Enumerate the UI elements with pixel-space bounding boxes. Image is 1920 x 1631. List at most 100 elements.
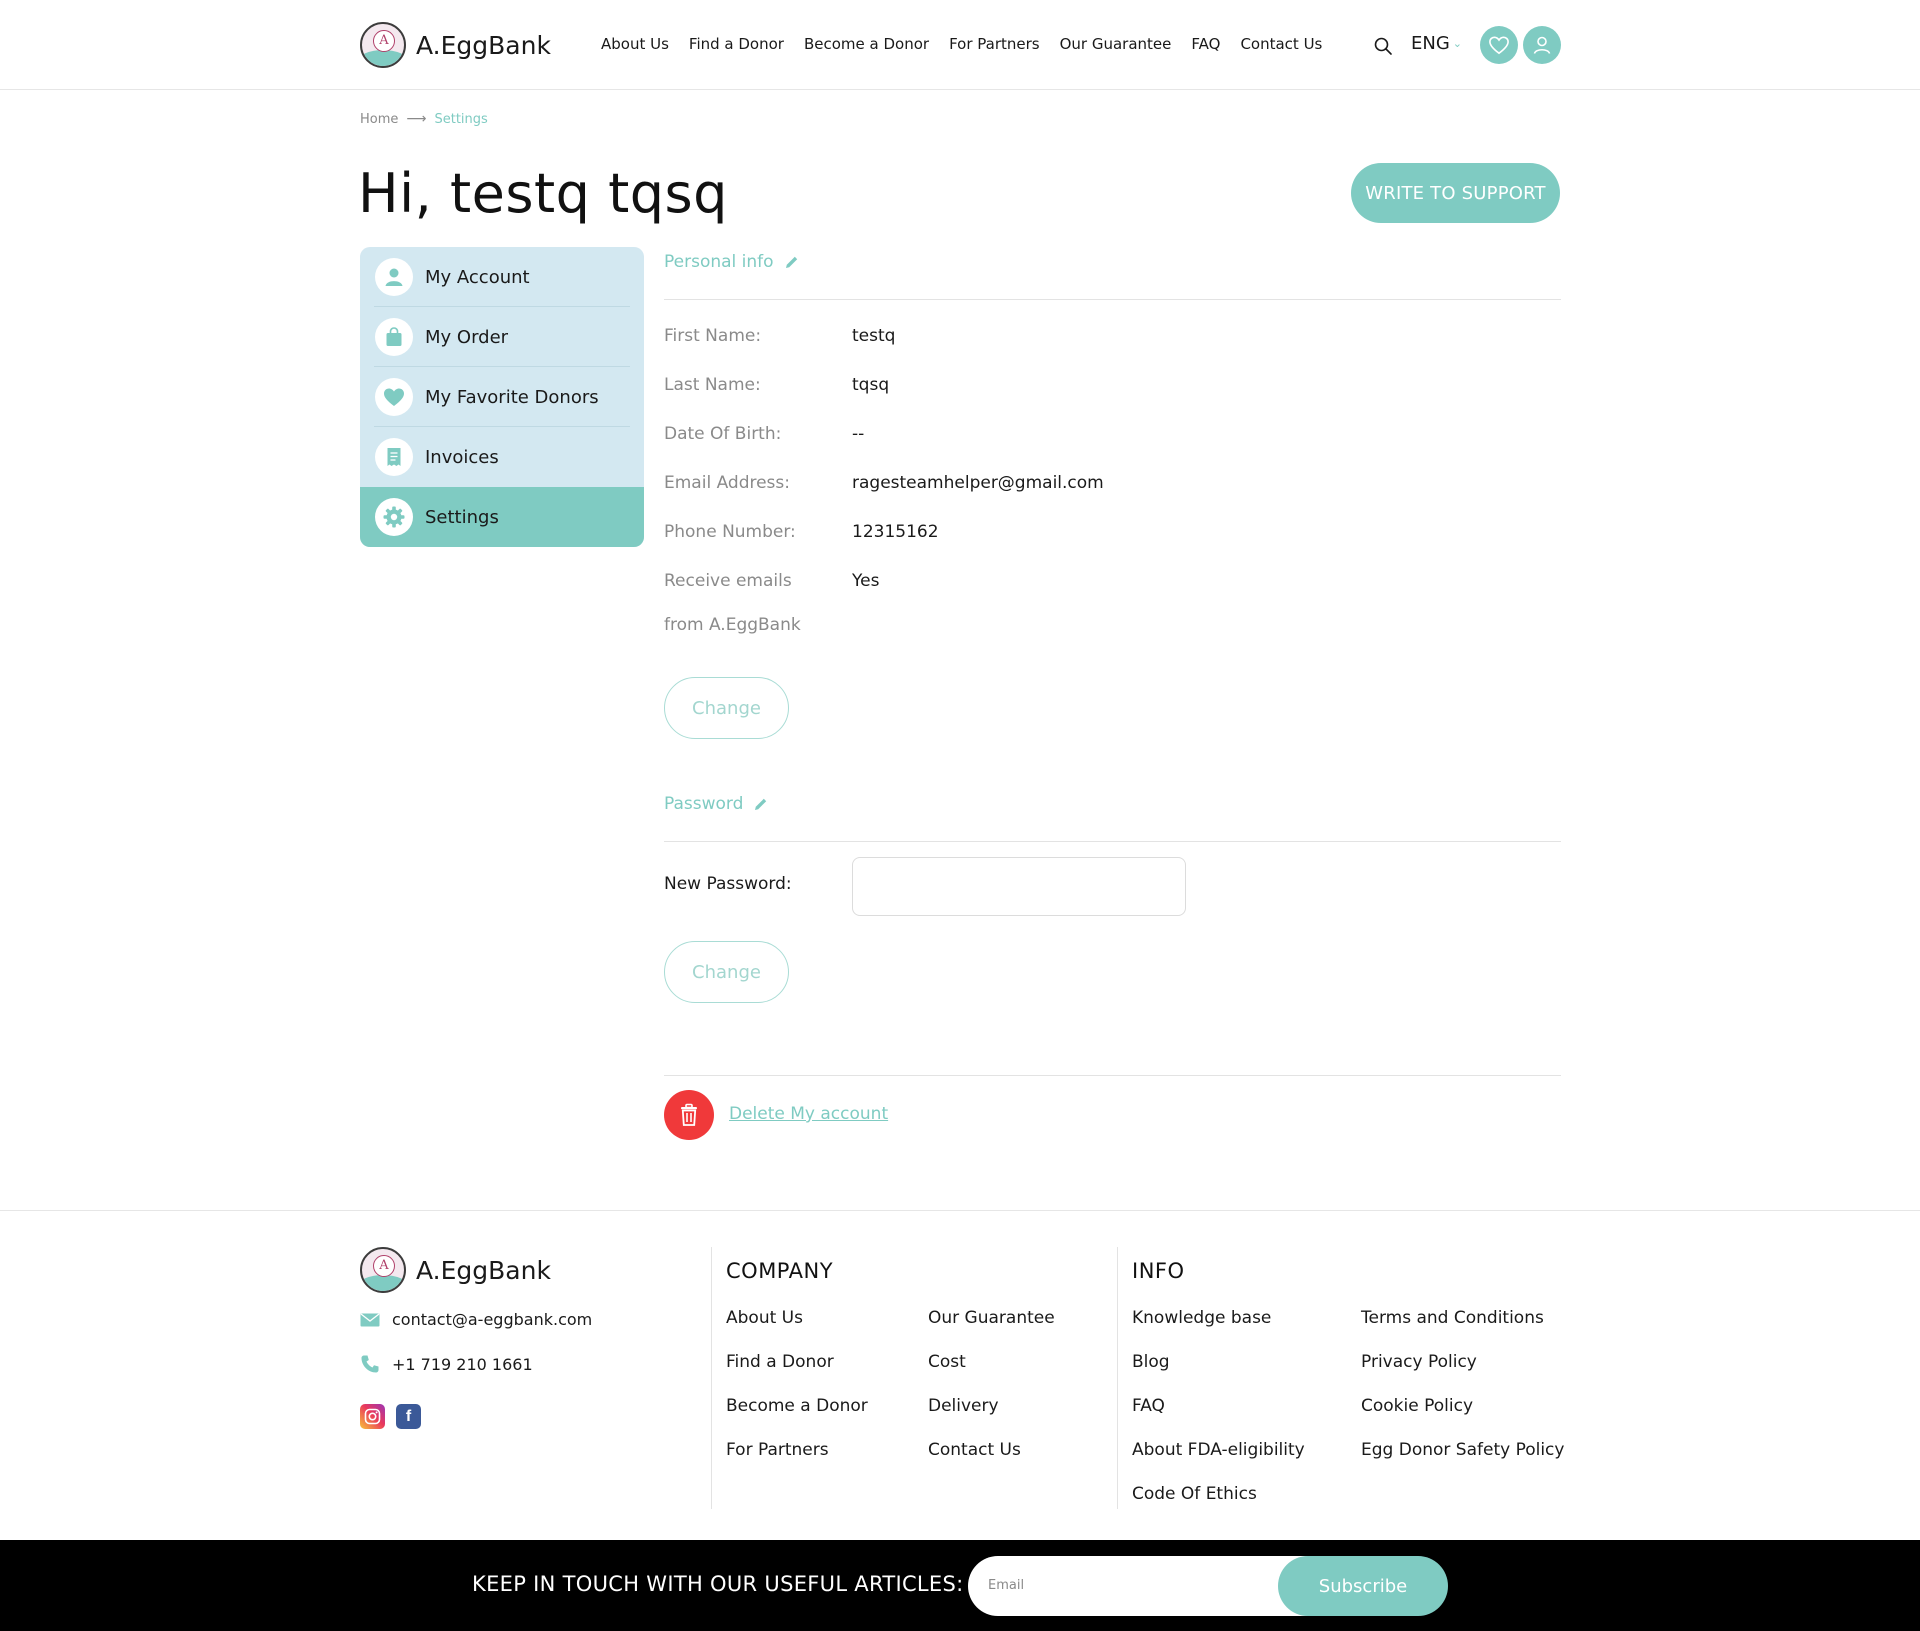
sidebar-item-favorite-donors[interactable]: My Favorite Donors xyxy=(360,367,644,427)
footer-link-faq[interactable]: FAQ xyxy=(1132,1396,1165,1416)
delete-account-link[interactable]: Delete My account xyxy=(729,1104,888,1124)
favorites-button[interactable] xyxy=(1480,26,1518,64)
sidebar-item-my-order[interactable]: My Order xyxy=(360,307,644,367)
footer-divider xyxy=(1117,1247,1118,1509)
site-footer: A A.EggBank contact@a-eggbank.com +1 719… xyxy=(0,1210,1920,1540)
divider xyxy=(664,841,1561,842)
phone-number-value: 12315162 xyxy=(852,522,939,542)
footer-link-contact-us[interactable]: Contact Us xyxy=(928,1440,1021,1460)
footer-link-privacy[interactable]: Privacy Policy xyxy=(1361,1352,1477,1372)
page-title: Hi, testq tqsq xyxy=(358,162,728,225)
brand-name: A.EggBank xyxy=(416,30,551,60)
change-personal-info-button[interactable]: Change xyxy=(664,677,789,739)
divider xyxy=(664,299,1561,300)
footer-link-for-partners[interactable]: For Partners xyxy=(726,1440,829,1460)
nav-find-donor[interactable]: Find a Donor xyxy=(689,35,784,53)
footer-link-blog[interactable]: Blog xyxy=(1132,1352,1170,1372)
breadcrumb-home[interactable]: Home xyxy=(360,112,398,127)
receipt-icon xyxy=(375,438,413,476)
nav-faq[interactable]: FAQ xyxy=(1191,35,1220,53)
last-name-value: tqsq xyxy=(852,375,890,395)
footer-link-become-donor[interactable]: Become a Donor xyxy=(726,1396,868,1416)
sidebar-item-label: Invoices xyxy=(425,446,499,468)
facebook-icon[interactable]: f xyxy=(396,1404,421,1429)
footer-link-cookie[interactable]: Cookie Policy xyxy=(1361,1396,1473,1416)
search-icon[interactable] xyxy=(1373,36,1393,56)
footer-link-delivery[interactable]: Delivery xyxy=(928,1396,999,1416)
instagram-icon[interactable] xyxy=(360,1404,385,1429)
sidebar-item-my-account[interactable]: My Account xyxy=(360,247,644,307)
main-nav: About Us Find a Donor Become a Donor For… xyxy=(601,35,1322,53)
email-address-value: ragesteamhelper@gmail.com xyxy=(852,473,1104,493)
chevron-down-icon: ⌄ xyxy=(1452,37,1463,50)
footer-brand-name: A.EggBank xyxy=(416,1255,551,1285)
footer-link-find-donor[interactable]: Find a Donor xyxy=(726,1352,834,1372)
footer-phone-text: +1 719 210 1661 xyxy=(392,1354,533,1374)
sidebar-item-label: Settings xyxy=(425,506,499,528)
date-of-birth-label: Date Of Birth: xyxy=(664,424,782,444)
receive-emails-label: Receive emails xyxy=(664,571,792,591)
change-password-button[interactable]: Change xyxy=(664,941,789,1003)
write-to-support-button[interactable]: WRITE TO SUPPORT xyxy=(1351,163,1560,223)
nav-contact-us[interactable]: Contact Us xyxy=(1240,35,1322,53)
newsletter-text: KEEP IN TOUCH WITH OUR USEFUL ARTICLES: xyxy=(472,1572,964,1596)
delete-account-button[interactable] xyxy=(664,1090,714,1140)
trash-icon xyxy=(681,1103,697,1126)
sidebar-item-invoices[interactable]: Invoices xyxy=(360,427,644,487)
user-icon xyxy=(375,258,413,296)
nav-become-donor[interactable]: Become a Donor xyxy=(804,35,929,53)
logo-mark-icon: A xyxy=(360,22,406,68)
first-name-label: First Name: xyxy=(664,326,762,346)
footer-link-safety-policy[interactable]: Egg Donor Safety Policy xyxy=(1361,1440,1564,1460)
password-title: Password xyxy=(664,794,744,814)
newsletter-email-input[interactable]: Email xyxy=(968,1556,1308,1616)
phone-icon xyxy=(361,1355,379,1373)
language-selector[interactable]: ENG ⌄ xyxy=(1411,33,1462,54)
logo-mark-icon: A xyxy=(360,1247,406,1293)
first-name-value: testq xyxy=(852,326,896,346)
language-label: ENG xyxy=(1411,33,1450,54)
password-heading: Password xyxy=(664,794,769,814)
nav-about-us[interactable]: About Us xyxy=(601,35,669,53)
footer-logo[interactable]: A A.EggBank xyxy=(360,1247,551,1293)
footer-link-terms[interactable]: Terms and Conditions xyxy=(1361,1308,1544,1328)
nav-our-guarantee[interactable]: Our Guarantee xyxy=(1060,35,1172,53)
sidebar-item-label: My Favorite Donors xyxy=(425,386,599,408)
footer-link-about-us[interactable]: About Us xyxy=(726,1308,803,1328)
heart-icon xyxy=(375,378,413,416)
new-password-input[interactable] xyxy=(852,857,1186,916)
sidebar-item-settings[interactable]: Settings xyxy=(360,487,644,547)
newsletter-bar: KEEP IN TOUCH WITH OUR USEFUL ARTICLES: … xyxy=(0,1540,1920,1631)
footer-link-fda-eligibility[interactable]: About FDA-eligibility xyxy=(1132,1440,1305,1460)
footer-email[interactable]: contact@a-eggbank.com xyxy=(360,1310,592,1329)
phone-number-label: Phone Number: xyxy=(664,522,796,542)
shopping-bag-icon xyxy=(375,318,413,356)
sidebar-item-label: My Account xyxy=(425,266,530,288)
footer-link-our-guarantee[interactable]: Our Guarantee xyxy=(928,1308,1055,1328)
subscribe-button[interactable]: Subscribe xyxy=(1278,1556,1448,1616)
email-address-label: Email Address: xyxy=(664,473,790,493)
pencil-icon[interactable] xyxy=(753,796,769,812)
profile-button[interactable] xyxy=(1523,26,1561,64)
footer-divider xyxy=(711,1247,712,1509)
date-of-birth-value: -- xyxy=(852,424,865,444)
nav-for-partners[interactable]: For Partners xyxy=(949,35,1040,53)
divider xyxy=(664,1075,1561,1076)
footer-email-text: contact@a-eggbank.com xyxy=(392,1310,593,1329)
user-icon xyxy=(1533,36,1551,54)
footer-link-cost[interactable]: Cost xyxy=(928,1352,966,1372)
brand-logo[interactable]: A A.EggBank xyxy=(360,22,551,68)
sidebar-item-label: My Order xyxy=(425,326,509,348)
receive-emails-value: Yes xyxy=(852,571,880,591)
breadcrumb-current: Settings xyxy=(434,111,488,127)
gear-icon xyxy=(375,498,413,536)
footer-link-code-of-ethics[interactable]: Code Of Ethics xyxy=(1132,1484,1257,1504)
heart-icon xyxy=(1489,36,1509,55)
account-sidebar: My Account My Order My Favorite Donors I… xyxy=(360,247,644,547)
footer-link-knowledge-base[interactable]: Knowledge base xyxy=(1132,1308,1271,1328)
receive-emails-label-line2: from A.EggBank xyxy=(664,615,801,635)
breadcrumb: Home ⟶ Settings xyxy=(360,111,488,127)
footer-info-title: INFO xyxy=(1132,1259,1185,1283)
pencil-icon[interactable] xyxy=(784,254,800,270)
footer-phone[interactable]: +1 719 210 1661 xyxy=(360,1354,533,1374)
